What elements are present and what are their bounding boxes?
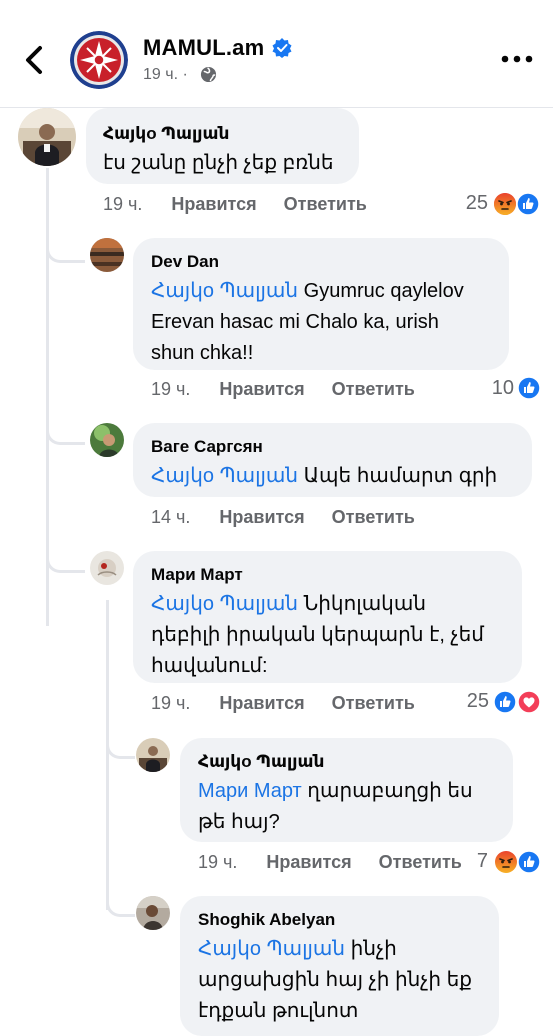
avatar[interactable] — [90, 551, 124, 585]
reply-button[interactable]: Ответить — [332, 379, 415, 399]
like-button[interactable]: Нравится — [219, 379, 304, 399]
comment-text: Հայկo Պալյան Նիկոլական դեբիլի իրական կեր… — [151, 589, 484, 682]
globe-icon — [200, 66, 217, 83]
like-reaction-icon — [516, 192, 540, 216]
comment-author[interactable]: Հայկo Պալյան — [103, 124, 229, 144]
comment-author[interactable]: Shoghik Abelyan — [198, 910, 335, 930]
thread-branch — [106, 880, 135, 917]
comment-time: 19 ч. — [151, 693, 191, 713]
mention-link[interactable]: Мари Март — [198, 780, 302, 802]
comment-actions: 19 ч. Нравится Ответить — [198, 852, 462, 873]
like-button[interactable]: Нравится — [219, 507, 304, 527]
comment-actions: 19 ч. Нравится Ответить — [151, 693, 415, 714]
like-button[interactable]: Нравится — [171, 194, 256, 214]
comment-text: Հայկo Պալյան Gyumruc qaylelov Erevan has… — [151, 276, 464, 369]
thread-line — [106, 600, 109, 910]
comment-time: 19 ч. — [198, 852, 238, 872]
reply-button[interactable]: Ответить — [379, 852, 462, 872]
mention-link[interactable]: Հայկo Պալյան — [151, 465, 298, 487]
reply-button[interactable]: Ответить — [332, 693, 415, 713]
comment-text: Мари Март ղարաբաղցի ես թե հայ? — [198, 776, 473, 838]
avatar[interactable] — [90, 423, 124, 457]
comment-text: էս շանը ընչի չեք բռնե — [103, 152, 334, 174]
love-reaction-icon — [517, 690, 541, 714]
more-options-icon[interactable] — [500, 52, 534, 66]
thread-branch — [106, 722, 135, 759]
mention-link[interactable]: Հայկo Պալյան — [151, 280, 298, 302]
angry-reaction-icon — [494, 193, 516, 215]
user-photo-icon — [90, 423, 124, 457]
comment-actions: 19 ч. Нравится Ответить — [151, 379, 415, 400]
like-reaction-icon — [517, 850, 541, 874]
page-name[interactable]: MAMUL.am — [143, 35, 264, 61]
thread-branch — [46, 230, 85, 263]
user-photo-icon — [136, 896, 170, 930]
comment-text: Հայկo Պալյան Ապե համարտ գրի — [151, 461, 497, 492]
thread-branch — [46, 412, 85, 445]
like-button[interactable]: Нравится — [219, 693, 304, 713]
reaction-count[interactable]: 10 — [474, 377, 514, 400]
page-avatar[interactable] — [70, 31, 128, 89]
mamul-logo-icon — [70, 31, 128, 89]
avatar[interactable] — [136, 738, 170, 772]
comment-text: Հայկo Պալյան ինչի արցախցին հայ չի ինչի ե… — [198, 934, 472, 1027]
thread-branch — [46, 540, 85, 573]
user-photo-icon — [18, 108, 76, 166]
angry-reaction-icon — [495, 851, 517, 873]
reply-button[interactable]: Ответить — [284, 194, 367, 214]
mention-link[interactable]: Հայկo Պալյան — [198, 938, 345, 960]
reaction-count[interactable]: 25 — [448, 192, 488, 215]
like-button[interactable]: Нравится — [266, 852, 351, 872]
comment-actions: 14 ч. Нравится Ответить — [151, 507, 415, 528]
comment-body: Ապե համարտ գրի — [298, 465, 498, 487]
mention-link[interactable]: Հայկo Պալյան — [151, 593, 298, 615]
like-reaction-icon — [517, 376, 541, 400]
post-time: 19 ч. · — [143, 66, 188, 83]
reply-button[interactable]: Ответить — [332, 507, 415, 527]
verified-badge-icon — [272, 38, 292, 58]
comment-author[interactable]: Հայկo Պալյան — [198, 752, 324, 772]
like-reaction-icon — [493, 690, 517, 714]
reaction-count[interactable]: 7 — [462, 850, 488, 873]
reaction-count[interactable]: 25 — [449, 690, 489, 713]
post-header: MAMUL.am 19 ч. · — [0, 0, 553, 108]
avatar[interactable] — [90, 238, 124, 272]
comment-actions: 19 ч. Нравится Ответить — [103, 194, 367, 215]
user-photo-icon — [90, 238, 124, 272]
comment-time: 19 ч. — [103, 194, 143, 214]
comment-time: 14 ч. — [151, 507, 191, 527]
comment-author[interactable]: Dev Dan — [151, 252, 219, 272]
comment-author[interactable]: Мари Март — [151, 565, 243, 585]
comment-time: 19 ч. — [151, 379, 191, 399]
back-arrow-icon[interactable] — [20, 42, 50, 78]
user-photo-icon — [90, 551, 124, 585]
avatar[interactable] — [18, 108, 76, 166]
user-photo-icon — [136, 738, 170, 772]
avatar[interactable] — [136, 896, 170, 930]
comment-author[interactable]: Ваге Саргсян — [151, 437, 263, 457]
